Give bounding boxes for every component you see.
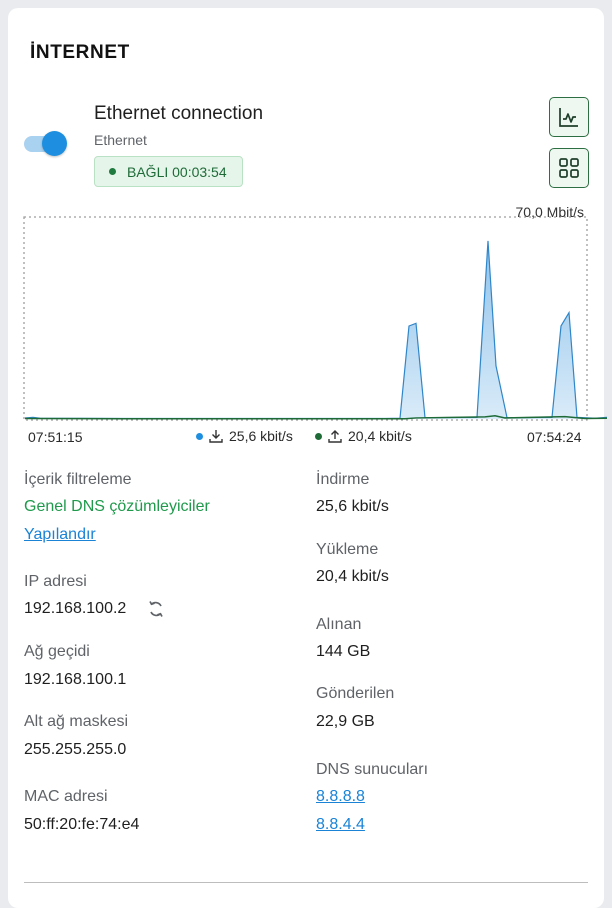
sent-value: 22,9 GB bbox=[316, 713, 375, 730]
status-dot-icon bbox=[109, 168, 116, 175]
chart-line-icon bbox=[559, 108, 578, 127]
received-label: Alınan bbox=[316, 616, 362, 633]
legend-upload-label: 20,4 kbit/s bbox=[348, 428, 412, 444]
chart-view-button[interactable] bbox=[549, 97, 589, 137]
traffic-chart bbox=[23, 216, 608, 421]
upload-icon bbox=[328, 430, 342, 443]
status-badge: BAĞLI 00:03:54 bbox=[94, 156, 243, 187]
subnet-mask-label: Alt ağ maskesi bbox=[24, 713, 129, 730]
chart-frame bbox=[23, 216, 588, 421]
connection-toggle[interactable] bbox=[24, 130, 68, 156]
dns-server-link[interactable]: 8.8.8.8 bbox=[316, 788, 365, 806]
download-area bbox=[25, 240, 607, 419]
subnet-mask-value: 255.255.255.0 bbox=[24, 741, 127, 758]
ip-address-value: 192.168.100.2 bbox=[24, 600, 127, 617]
gateway-label: Ağ geçidi bbox=[24, 643, 90, 660]
upload-label: Yükleme bbox=[316, 541, 379, 558]
legend-download: 25,6 kbit/s bbox=[196, 428, 293, 444]
grid-icon bbox=[559, 158, 579, 178]
download-series-line bbox=[24, 240, 608, 420]
chart-ymax-label: 70,0 Mbit/s bbox=[515, 204, 584, 220]
toggle-knob bbox=[42, 131, 67, 156]
upload-series-line bbox=[24, 415, 608, 420]
upload-value: 20,4 kbit/s bbox=[316, 568, 389, 585]
download-value: 25,6 kbit/s bbox=[316, 498, 389, 515]
mac-address-value: 50:ff:20:fe:74:e4 bbox=[24, 816, 140, 833]
dns-servers-label: DNS sunucuları bbox=[316, 761, 429, 778]
sent-label: Gönderilen bbox=[316, 685, 395, 702]
gateway-value: 192.168.100.1 bbox=[24, 671, 127, 688]
ip-address-label: IP adresi bbox=[24, 573, 87, 590]
grid-view-button[interactable] bbox=[549, 148, 589, 188]
refresh-ip-button[interactable] bbox=[146, 599, 166, 624]
connection-name: Ethernet connection bbox=[94, 103, 264, 124]
status-text: BAĞLI 00:03:54 bbox=[127, 163, 227, 180]
card-title: İNTERNET bbox=[30, 42, 130, 63]
content-filter-value: Genel DNS çözümleyiciler bbox=[24, 498, 210, 515]
content-filter-label: İçerik filtreleme bbox=[24, 471, 132, 488]
legend-download-label: 25,6 kbit/s bbox=[229, 428, 293, 444]
legend-upload: 20,4 kbit/s bbox=[315, 428, 412, 444]
connection-type: Ethernet bbox=[94, 132, 147, 148]
section-divider bbox=[24, 882, 588, 883]
upload-dot-icon bbox=[315, 432, 322, 440]
mac-address-label: MAC adresi bbox=[24, 788, 108, 805]
dns-server-link[interactable]: 8.8.4.4 bbox=[316, 816, 365, 834]
x-start-tick: 07:51:15 bbox=[28, 429, 83, 445]
download-dot-icon bbox=[196, 432, 203, 440]
received-value: 144 GB bbox=[316, 643, 371, 660]
x-end-tick: 07:54:24 bbox=[527, 429, 582, 445]
configure-link[interactable]: Yapılandır bbox=[24, 526, 96, 544]
download-icon bbox=[209, 430, 223, 443]
refresh-icon bbox=[149, 601, 163, 617]
download-label: İndirme bbox=[316, 471, 370, 488]
